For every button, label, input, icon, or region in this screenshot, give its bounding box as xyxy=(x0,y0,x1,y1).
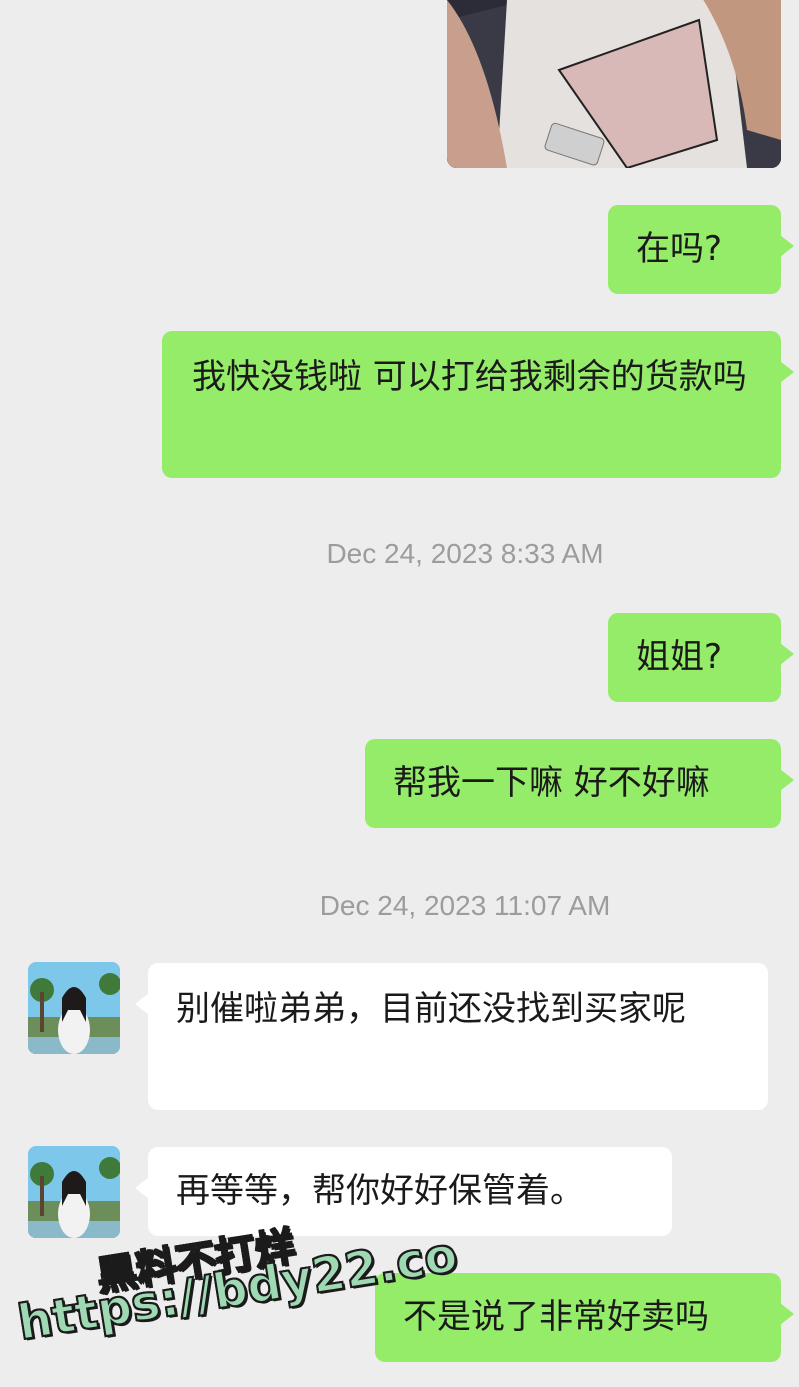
message-text: 再等等，帮你好好保管着。 xyxy=(176,1171,584,1211)
message-bubble-outgoing[interactable]: 姐姐? xyxy=(608,613,794,702)
message-text: 帮我一下嘛 好不好嘛 xyxy=(393,763,710,803)
message-bubble-outgoing[interactable]: 在吗? xyxy=(608,205,794,294)
message-bubble-outgoing[interactable]: 不是说了非常好卖吗 xyxy=(375,1273,794,1362)
message-text: 我快没钱啦 可以打给我剩余的货款吗 xyxy=(192,357,747,397)
message-text: 别催啦弟弟，目前还没找到买家呢 xyxy=(176,989,686,1029)
message-bubble-outgoing[interactable]: 我快没钱啦 可以打给我剩余的货款吗 xyxy=(162,331,794,478)
message-text: 姐姐? xyxy=(636,637,723,677)
message-timestamp: Dec 24, 2023 11:07 AM xyxy=(319,890,611,921)
message-text: 不是说了非常好卖吗 xyxy=(403,1297,709,1337)
image-message[interactable] xyxy=(447,0,781,168)
message-bubble-incoming[interactable]: 别催啦弟弟，目前还没找到买家呢 xyxy=(135,963,768,1110)
message-bubble-outgoing[interactable]: 帮我一下嘛 好不好嘛 xyxy=(365,739,794,828)
contact-avatar[interactable] xyxy=(28,1146,120,1238)
message-timestamp: Dec 24, 2023 8:33 AM xyxy=(326,538,604,569)
message-text: 在吗? xyxy=(636,229,723,269)
contact-avatar[interactable] xyxy=(28,962,120,1054)
